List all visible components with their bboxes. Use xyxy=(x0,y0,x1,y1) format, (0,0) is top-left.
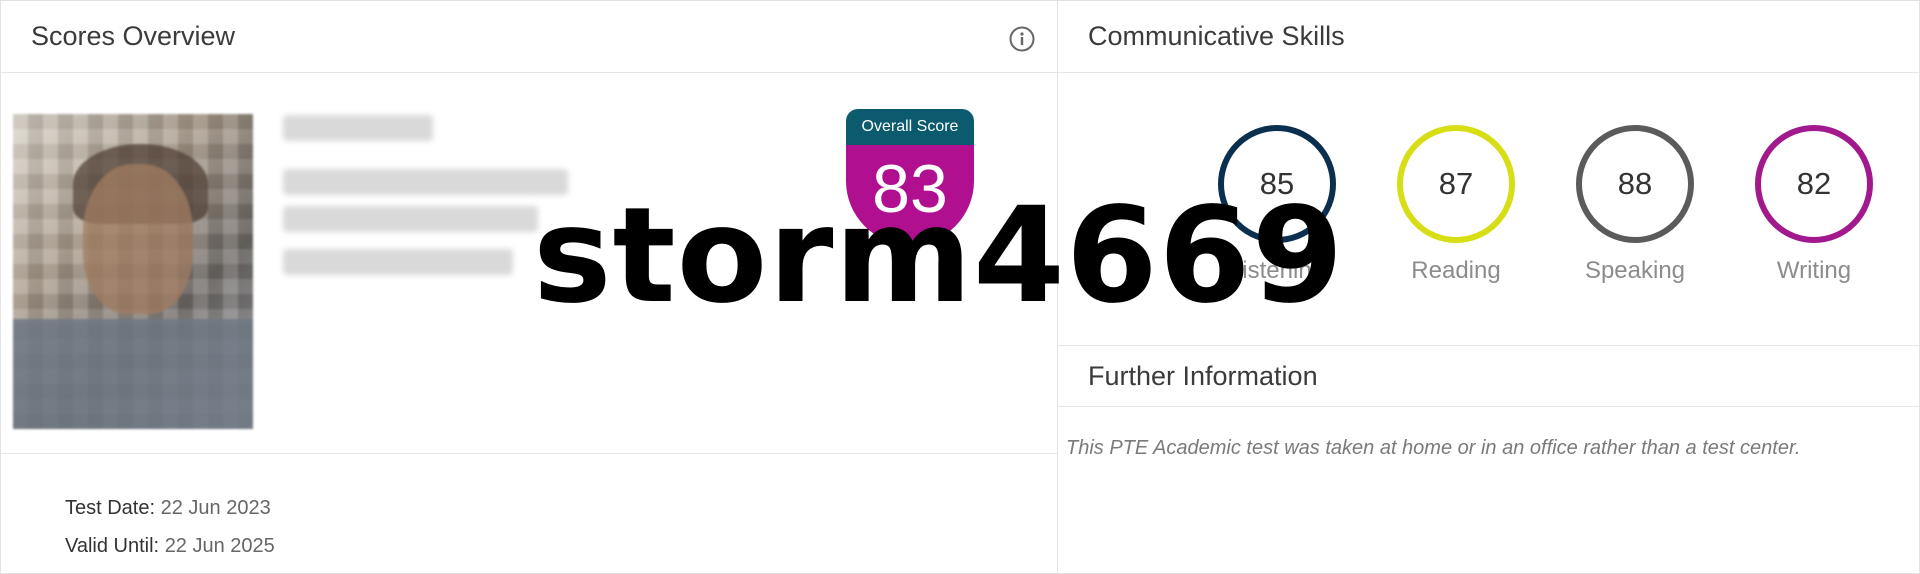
skill-writing: 82 Writing xyxy=(1749,125,1879,285)
further-information-text: This PTE Academic test was taken at home… xyxy=(1066,437,1801,459)
redacted-candidate-detail xyxy=(283,206,538,232)
overall-score-label: Overall Score xyxy=(846,109,974,145)
skill-label: Reading xyxy=(1411,257,1501,284)
skill-speaking: 88 Speaking xyxy=(1570,125,1700,285)
valid-until-row: Valid Until: 22 Jun 2025 xyxy=(65,535,275,558)
test-date-value: 22 Jun 2023 xyxy=(160,497,271,519)
communicative-skills-title: Communicative Skills xyxy=(1088,21,1345,51)
valid-until-label: Valid Until: xyxy=(65,535,160,557)
scores-overview-title: Scores Overview xyxy=(31,21,236,51)
further-information-title: Further Information xyxy=(1088,360,1318,391)
skill-label: Writing xyxy=(1776,257,1852,284)
redacted-candidate-detail xyxy=(283,249,513,275)
communicative-skills-header: Communicative Skills xyxy=(1058,1,1919,73)
info-icon[interactable] xyxy=(1009,26,1035,52)
further-information-header: Further Information xyxy=(1058,345,1919,407)
scores-overview-header: Scores Overview xyxy=(1,1,1057,73)
skill-reading: 87 Reading xyxy=(1391,125,1521,285)
watermark-text: storm4669 xyxy=(533,179,1345,333)
score-report-page: Scores Overview Overall Score 83 Test Da… xyxy=(0,0,1920,574)
skill-label: Speaking xyxy=(1584,257,1686,284)
test-date-row: Test Date: 22 Jun 2023 xyxy=(65,497,271,520)
skill-score-ring: 82 xyxy=(1755,125,1873,243)
skill-score-ring: 88 xyxy=(1576,125,1694,243)
test-date-label: Test Date: xyxy=(65,497,156,519)
redacted-candidate-detail xyxy=(283,169,568,195)
skill-score-ring: 87 xyxy=(1397,125,1515,243)
redacted-candidate-name xyxy=(283,115,433,141)
valid-until-value: 22 Jun 2025 xyxy=(164,535,275,557)
candidate-photo xyxy=(13,114,253,429)
divider xyxy=(1,453,1057,454)
